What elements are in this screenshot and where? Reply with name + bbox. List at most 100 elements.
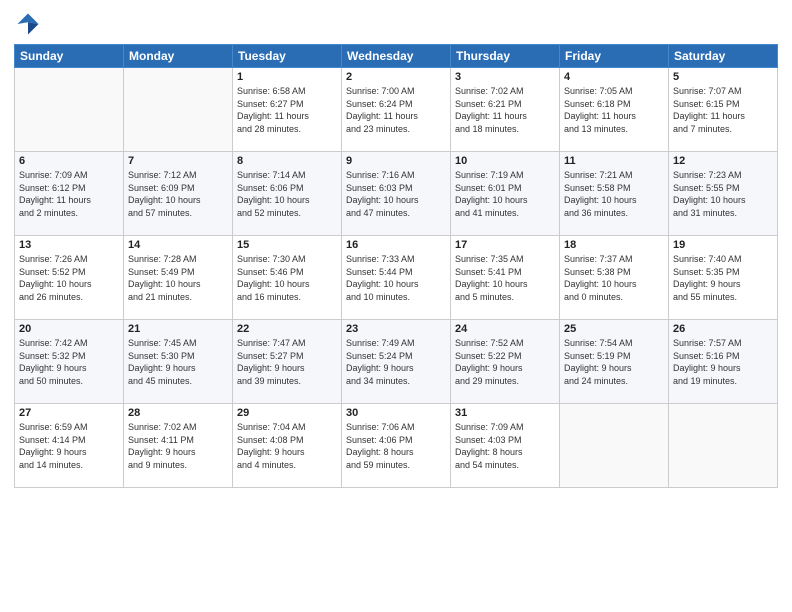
calendar-cell: 15 Sunrise: 7:30 AM Sunset: 5:46 PM Dayli… xyxy=(233,236,342,320)
day-number: 10 xyxy=(455,155,555,167)
cell-text: Sunrise: 6:59 AM Sunset: 4:14 PM Dayligh… xyxy=(19,421,119,471)
day-number: 14 xyxy=(128,239,228,251)
weekday-header-wednesday: Wednesday xyxy=(342,45,451,68)
day-number: 25 xyxy=(564,323,664,335)
day-number: 22 xyxy=(237,323,337,335)
day-number: 26 xyxy=(673,323,773,335)
cell-text: Sunrise: 7:42 AM Sunset: 5:32 PM Dayligh… xyxy=(19,337,119,387)
calendar-cell: 19 Sunrise: 7:40 AM Sunset: 5:35 PM Dayli… xyxy=(669,236,778,320)
cell-text: Sunrise: 7:02 AM Sunset: 4:11 PM Dayligh… xyxy=(128,421,228,471)
calendar-cell: 16 Sunrise: 7:33 AM Sunset: 5:44 PM Dayli… xyxy=(342,236,451,320)
cell-text: Sunrise: 7:57 AM Sunset: 5:16 PM Dayligh… xyxy=(673,337,773,387)
day-number: 17 xyxy=(455,239,555,251)
calendar-cell: 3 Sunrise: 7:02 AM Sunset: 6:21 PM Daylig… xyxy=(451,68,560,152)
calendar-cell: 30 Sunrise: 7:06 AM Sunset: 4:06 PM Dayli… xyxy=(342,404,451,488)
calendar-cell: 9 Sunrise: 7:16 AM Sunset: 6:03 PM Daylig… xyxy=(342,152,451,236)
calendar-cell: 10 Sunrise: 7:19 AM Sunset: 6:01 PM Dayli… xyxy=(451,152,560,236)
weekday-header-friday: Friday xyxy=(560,45,669,68)
day-number: 15 xyxy=(237,239,337,251)
day-number: 21 xyxy=(128,323,228,335)
cell-text: Sunrise: 7:04 AM Sunset: 4:08 PM Dayligh… xyxy=(237,421,337,471)
calendar-cell: 27 Sunrise: 6:59 AM Sunset: 4:14 PM Dayli… xyxy=(15,404,124,488)
calendar-cell: 28 Sunrise: 7:02 AM Sunset: 4:11 PM Dayli… xyxy=(124,404,233,488)
calendar-cell: 6Sunrise: 7:09 AM Sunset: 6:12 PM Daylig… xyxy=(15,152,124,236)
calendar-cell xyxy=(669,404,778,488)
calendar-cell: 31Sunrise: 7:09 AM Sunset: 4:03 PM Dayli… xyxy=(451,404,560,488)
calendar-cell: 5 Sunrise: 7:07 AM Sunset: 6:15 PM Daylig… xyxy=(669,68,778,152)
cell-text: Sunrise: 7:26 AM Sunset: 5:52 PM Dayligh… xyxy=(19,253,119,303)
day-number: 3 xyxy=(455,71,555,83)
day-number: 12 xyxy=(673,155,773,167)
day-number: 5 xyxy=(673,71,773,83)
calendar-cell: 2 Sunrise: 7:00 AM Sunset: 6:24 PM Daylig… xyxy=(342,68,451,152)
calendar-cell: 8 Sunrise: 7:14 AM Sunset: 6:06 PM Daylig… xyxy=(233,152,342,236)
day-number: 31 xyxy=(455,407,555,419)
day-number: 13 xyxy=(19,239,119,251)
calendar-cell: 7 Sunrise: 7:12 AM Sunset: 6:09 PM Daylig… xyxy=(124,152,233,236)
cell-text: Sunrise: 7:40 AM Sunset: 5:35 PM Dayligh… xyxy=(673,253,773,303)
weekday-header-saturday: Saturday xyxy=(669,45,778,68)
weekday-header-tuesday: Tuesday xyxy=(233,45,342,68)
page: SundayMondayTuesdayWednesdayThursdayFrid… xyxy=(0,0,792,612)
calendar-cell xyxy=(124,68,233,152)
cell-text: Sunrise: 7:02 AM Sunset: 6:21 PM Dayligh… xyxy=(455,85,555,135)
cell-text: Sunrise: 7:45 AM Sunset: 5:30 PM Dayligh… xyxy=(128,337,228,387)
cell-text: Sunrise: 7:35 AM Sunset: 5:41 PM Dayligh… xyxy=(455,253,555,303)
day-number: 9 xyxy=(346,155,446,167)
cell-text: Sunrise: 7:07 AM Sunset: 6:15 PM Dayligh… xyxy=(673,85,773,135)
cell-text: Sunrise: 7:00 AM Sunset: 6:24 PM Dayligh… xyxy=(346,85,446,135)
cell-text: Sunrise: 7:49 AM Sunset: 5:24 PM Dayligh… xyxy=(346,337,446,387)
weekday-header-sunday: Sunday xyxy=(15,45,124,68)
cell-text: Sunrise: 6:58 AM Sunset: 6:27 PM Dayligh… xyxy=(237,85,337,135)
day-number: 24 xyxy=(455,323,555,335)
day-number: 4 xyxy=(564,71,664,83)
calendar-cell: 24 Sunrise: 7:52 AM Sunset: 5:22 PM Dayli… xyxy=(451,320,560,404)
day-number: 30 xyxy=(346,407,446,419)
logo-icon xyxy=(14,10,42,38)
cell-text: Sunrise: 7:37 AM Sunset: 5:38 PM Dayligh… xyxy=(564,253,664,303)
calendar-cell: 20 Sunrise: 7:42 AM Sunset: 5:32 PM Dayli… xyxy=(15,320,124,404)
cell-text: Sunrise: 7:19 AM Sunset: 6:01 PM Dayligh… xyxy=(455,169,555,219)
day-number: 19 xyxy=(673,239,773,251)
day-number: 7 xyxy=(128,155,228,167)
day-number: 23 xyxy=(346,323,446,335)
cell-text: Sunrise: 7:54 AM Sunset: 5:19 PM Dayligh… xyxy=(564,337,664,387)
day-number: 20 xyxy=(19,323,119,335)
day-number: 29 xyxy=(237,407,337,419)
calendar-cell: 26 Sunrise: 7:57 AM Sunset: 5:16 PM Dayli… xyxy=(669,320,778,404)
day-number: 27 xyxy=(19,407,119,419)
logo xyxy=(14,10,46,38)
calendar-cell: 11Sunrise: 7:21 AM Sunset: 5:58 PM Dayli… xyxy=(560,152,669,236)
calendar-cell: 25 Sunrise: 7:54 AM Sunset: 5:19 PM Dayli… xyxy=(560,320,669,404)
calendar-cell: 1Sunrise: 6:58 AM Sunset: 6:27 PM Daylig… xyxy=(233,68,342,152)
cell-text: Sunrise: 7:12 AM Sunset: 6:09 PM Dayligh… xyxy=(128,169,228,219)
calendar-cell: 22 Sunrise: 7:47 AM Sunset: 5:27 PM Dayli… xyxy=(233,320,342,404)
calendar-cell: 14 Sunrise: 7:28 AM Sunset: 5:49 PM Dayli… xyxy=(124,236,233,320)
cell-text: Sunrise: 7:05 AM Sunset: 6:18 PM Dayligh… xyxy=(564,85,664,135)
cell-text: Sunrise: 7:52 AM Sunset: 5:22 PM Dayligh… xyxy=(455,337,555,387)
cell-text: Sunrise: 7:30 AM Sunset: 5:46 PM Dayligh… xyxy=(237,253,337,303)
cell-text: Sunrise: 7:33 AM Sunset: 5:44 PM Dayligh… xyxy=(346,253,446,303)
day-number: 8 xyxy=(237,155,337,167)
calendar-cell: 21 Sunrise: 7:45 AM Sunset: 5:30 PM Dayli… xyxy=(124,320,233,404)
day-number: 16 xyxy=(346,239,446,251)
weekday-header-monday: Monday xyxy=(124,45,233,68)
calendar-cell: 4 Sunrise: 7:05 AM Sunset: 6:18 PM Daylig… xyxy=(560,68,669,152)
calendar-cell: 12 Sunrise: 7:23 AM Sunset: 5:55 PM Dayli… xyxy=(669,152,778,236)
cell-text: Sunrise: 7:14 AM Sunset: 6:06 PM Dayligh… xyxy=(237,169,337,219)
day-number: 28 xyxy=(128,407,228,419)
calendar-cell xyxy=(560,404,669,488)
calendar-cell: 18 Sunrise: 7:37 AM Sunset: 5:38 PM Dayli… xyxy=(560,236,669,320)
day-number: 2 xyxy=(346,71,446,83)
calendar-table: SundayMondayTuesdayWednesdayThursdayFrid… xyxy=(14,44,778,488)
day-number: 11 xyxy=(564,155,664,167)
cell-text: Sunrise: 7:47 AM Sunset: 5:27 PM Dayligh… xyxy=(237,337,337,387)
header xyxy=(14,10,778,38)
cell-text: Sunrise: 7:06 AM Sunset: 4:06 PM Dayligh… xyxy=(346,421,446,471)
cell-text: Sunrise: 7:16 AM Sunset: 6:03 PM Dayligh… xyxy=(346,169,446,219)
calendar-cell: 29 Sunrise: 7:04 AM Sunset: 4:08 PM Dayli… xyxy=(233,404,342,488)
cell-text: Sunrise: 7:23 AM Sunset: 5:55 PM Dayligh… xyxy=(673,169,773,219)
cell-text: Sunrise: 7:28 AM Sunset: 5:49 PM Dayligh… xyxy=(128,253,228,303)
day-number: 6 xyxy=(19,155,119,167)
day-number: 18 xyxy=(564,239,664,251)
